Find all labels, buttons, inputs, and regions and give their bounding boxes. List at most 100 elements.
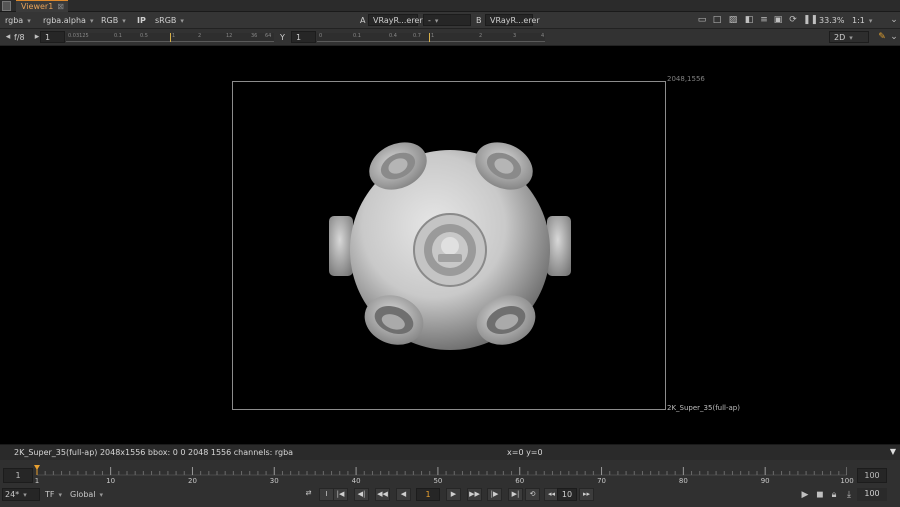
gain-field[interactable]: 1 bbox=[40, 31, 65, 43]
channels-dropdown[interactable]: rgba bbox=[5, 14, 31, 27]
gamma-tick: 4 bbox=[541, 33, 545, 39]
ruler-label: 10 bbox=[106, 477, 116, 485]
gain-tick: 0.5 bbox=[140, 33, 148, 39]
tab-viewer1[interactable]: Viewer1 ⊠ bbox=[16, 0, 68, 12]
fps-dropdown[interactable]: 24* bbox=[2, 488, 40, 501]
tab-label: Viewer1 bbox=[21, 2, 54, 11]
ruler-label: 80 bbox=[678, 477, 688, 485]
prev-keyframe-icon[interactable]: ◀| bbox=[354, 488, 369, 501]
gain-tick: 1 bbox=[172, 33, 176, 39]
ip-toggle[interactable]: IP bbox=[137, 14, 146, 27]
gamma-tick: 3 bbox=[513, 33, 517, 39]
info-bar: 2K_Super_35(full-ap) 2048x1556 bbox: 0 0… bbox=[0, 444, 900, 460]
first-frame-icon[interactable]: |◀ bbox=[333, 488, 348, 501]
gain-slider[interactable]: 0.03125 0.1 0.5 1 2 12 36 64 bbox=[66, 33, 274, 42]
gamma-tick: 0.1 bbox=[353, 33, 361, 39]
rendered-sphere-image bbox=[329, 142, 571, 350]
cursor-coords: x=0 y=0 bbox=[507, 448, 543, 457]
view-mode-dropdown[interactable]: 2D bbox=[829, 31, 869, 43]
fstop-left-icon[interactable]: ◂ bbox=[3, 32, 13, 42]
zoom-level[interactable]: 33.3% bbox=[819, 14, 844, 27]
range-mode-dropdown[interactable]: Global bbox=[70, 488, 103, 501]
compare-mode-dropdown[interactable]: - bbox=[423, 14, 471, 26]
in-out-icon[interactable]: I bbox=[319, 488, 334, 501]
viewer-canvas[interactable]: 2048,1556 2K_Super_35(full-ap) bbox=[0, 46, 900, 444]
playback-mode-icon[interactable]: ⇄ bbox=[301, 488, 316, 501]
ruler-label: 1 bbox=[34, 477, 40, 485]
proxy-dropdown[interactable]: 1:1 bbox=[852, 14, 872, 27]
close-icon[interactable]: ⊠ bbox=[57, 1, 64, 12]
timeline-panel: 1 100 1 10 20 30 40 50 60 70 80 90 100 24* TF Glob… bbox=[0, 460, 900, 507]
expand-triangle-icon[interactable]: ▼ bbox=[890, 447, 896, 456]
alpha-channel-dropdown[interactable]: rgba.alpha bbox=[43, 14, 93, 27]
gain-tick: 12 bbox=[226, 33, 233, 39]
pane-menu-button[interactable] bbox=[2, 1, 11, 11]
gain-tick: 0.03125 bbox=[68, 33, 89, 39]
input-b-label: B bbox=[476, 16, 482, 25]
gain-tick: 36 bbox=[251, 33, 258, 39]
gamma-tick: 0.4 bbox=[389, 33, 397, 39]
increment-field[interactable]: 10 bbox=[557, 488, 577, 501]
export-icon[interactable]: ⤓ bbox=[844, 490, 854, 500]
menu-lines-icon[interactable]: ≡ bbox=[759, 15, 769, 25]
ruler-label: 50 bbox=[433, 477, 443, 485]
prev-increment-icon[interactable]: ◀◀ bbox=[375, 488, 390, 501]
safe-area-icon[interactable]: □ bbox=[712, 15, 722, 25]
ruler-label: 20 bbox=[187, 477, 197, 485]
lock-icon[interactable]: 🔒︎ bbox=[829, 490, 839, 500]
viewer-toolbar: rgba rgba.alpha RGB IP sRGB A VRayR...er… bbox=[0, 12, 900, 29]
play-forward-icon[interactable]: ▶ bbox=[446, 488, 461, 501]
input-a-dropdown[interactable]: VRayR...erer bbox=[368, 14, 423, 26]
ruler-label: 70 bbox=[597, 477, 606, 485]
gamma-marker[interactable] bbox=[429, 33, 430, 42]
gamma-tick: 0 bbox=[319, 33, 323, 39]
in-frame-field[interactable]: 1 bbox=[3, 468, 33, 483]
gamma-tick: 2 bbox=[479, 33, 483, 39]
flipbook-icon[interactable]: ▶ bbox=[800, 490, 810, 500]
last-frame-icon[interactable]: ▶| bbox=[508, 488, 523, 501]
roi-icon[interactable]: ▭ bbox=[697, 15, 707, 25]
input-b-dropdown[interactable]: VRayR...erer bbox=[485, 14, 540, 26]
gain-tick: 2 bbox=[198, 33, 202, 39]
format-size-label: 2048,1556 bbox=[667, 75, 705, 83]
pen-icon[interactable]: ✎ bbox=[877, 32, 887, 42]
current-frame-field[interactable]: 1 bbox=[416, 488, 440, 501]
step-forward-icon[interactable]: ▸▸ bbox=[579, 488, 594, 501]
image-info-text: 2K_Super_35(full-ap) 2048x1556 bbox: 0 0… bbox=[14, 448, 294, 457]
gamma-field[interactable]: 1 bbox=[291, 31, 316, 43]
out-frame-field[interactable]: 100 bbox=[857, 468, 887, 483]
next-increment-icon[interactable]: ▶▶ bbox=[467, 488, 482, 501]
display-lut-dropdown[interactable]: sRGB bbox=[155, 14, 184, 27]
lock-icon[interactable]: ▣ bbox=[773, 15, 783, 25]
gamma-tick: 0.7 bbox=[413, 33, 421, 39]
gain-marker[interactable] bbox=[170, 33, 171, 42]
time-format-dropdown[interactable]: TF bbox=[45, 488, 62, 501]
gamma-slider[interactable]: 0 0.1 0.4 0.7 1 2 3 4 bbox=[317, 33, 545, 42]
play-backward-icon[interactable]: ◀ bbox=[396, 488, 411, 501]
fstop-value[interactable]: f/8 bbox=[14, 31, 25, 44]
refresh-icon[interactable]: ⟳ bbox=[788, 15, 798, 25]
gamma-tick: 1 bbox=[431, 33, 435, 39]
overlay-icon[interactable]: ◧ bbox=[744, 15, 754, 25]
record-icon[interactable]: ◼ bbox=[815, 490, 825, 500]
ruler-label: 30 bbox=[269, 477, 279, 485]
ruler-label: 100 bbox=[840, 477, 854, 485]
colorspace-mode-dropdown[interactable]: RGB bbox=[101, 14, 126, 27]
gain-gamma-bar: ◂ f/8 ▸ 1 0.03125 0.1 0.5 1 2 12 36 64 Y… bbox=[0, 29, 900, 46]
end-frame-field[interactable]: 100 bbox=[857, 488, 887, 501]
pause-icon[interactable]: ❚❚ bbox=[803, 15, 818, 25]
gamma-label: Y bbox=[280, 33, 285, 42]
ruler-label: 40 bbox=[351, 477, 361, 485]
chevron-down-icon[interactable]: ⌄ bbox=[889, 32, 899, 42]
zebra-icon[interactable]: ▨ bbox=[728, 15, 738, 25]
gain-tick: 64 bbox=[265, 33, 272, 39]
loop-icon[interactable]: ⟲ bbox=[525, 488, 540, 501]
ruler-label: 60 bbox=[515, 477, 525, 485]
next-keyframe-icon[interactable]: |▶ bbox=[487, 488, 502, 501]
playhead-marker[interactable] bbox=[34, 465, 40, 475]
gain-tick: 0.1 bbox=[114, 33, 122, 39]
chevron-down-icon[interactable]: ⌄ bbox=[889, 15, 899, 25]
input-a-label: A bbox=[360, 16, 366, 25]
format-name-label: 2K_Super_35(full-ap) bbox=[667, 404, 740, 412]
tab-bar: Viewer1 ⊠ bbox=[0, 0, 900, 12]
